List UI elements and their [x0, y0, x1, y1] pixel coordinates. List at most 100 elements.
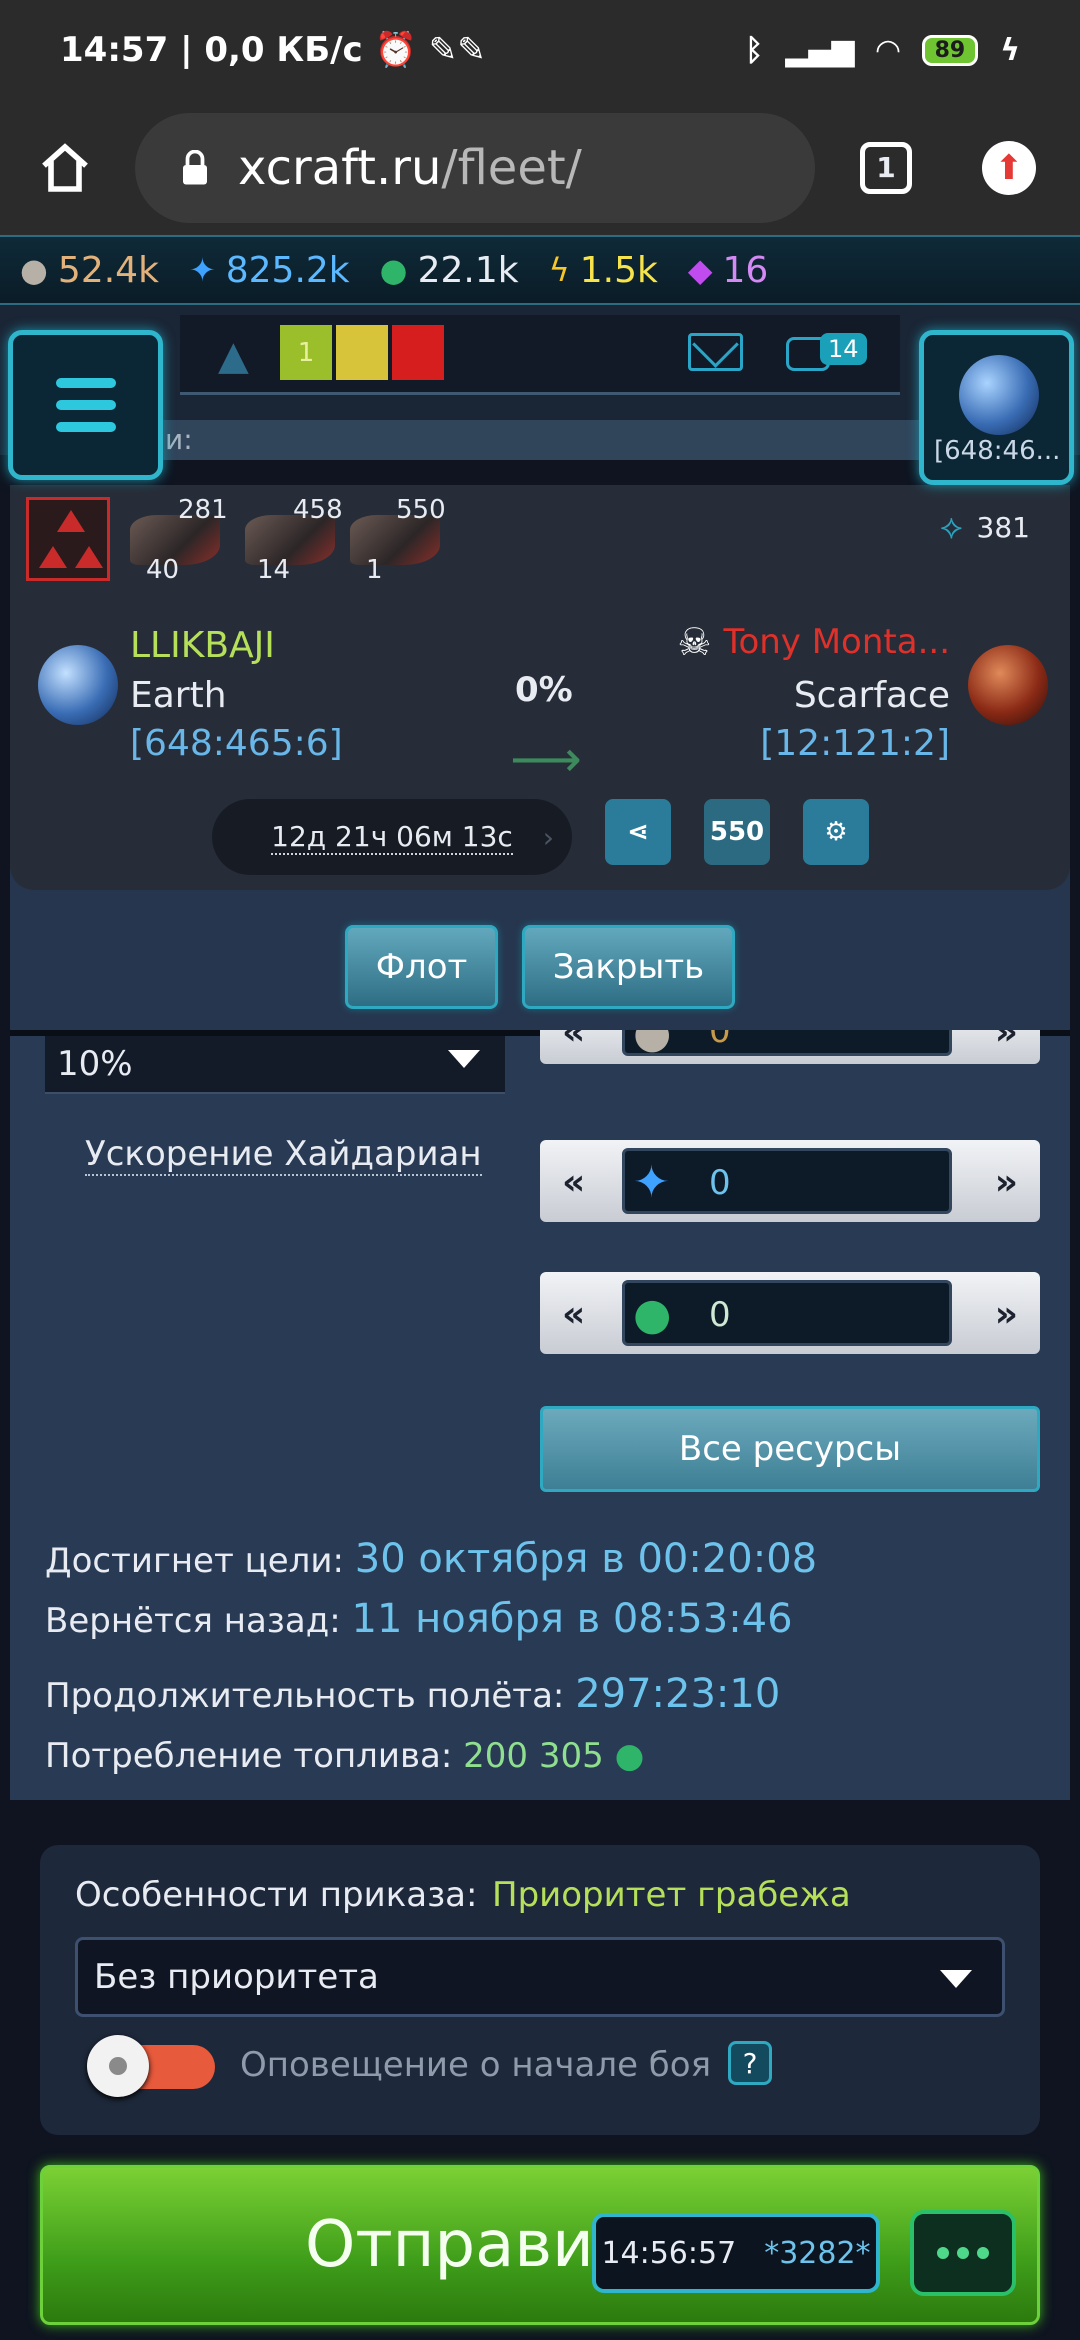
crystal-icon: ✦ — [188, 251, 216, 289]
settings-button[interactable]: ⚙ — [803, 799, 869, 865]
dropdown-arrow-icon — [448, 1050, 480, 1068]
target-player[interactable]: ☠ Tony Monta... — [677, 620, 950, 664]
battle-notify-label: Оповещение о начале боя — [240, 2045, 712, 2085]
mission-timer-value: 12д 21ч 06м 13с — [271, 819, 513, 855]
resource-deuterium[interactable]: ● 22.1k — [380, 250, 519, 291]
status-separator: | — [180, 30, 205, 70]
fuel-label: Потребление топлива: — [45, 1736, 453, 1776]
fleet-mission-card: 281 40 458 14 550 1 ⟡ 381 LLIKBAJI Earth… — [10, 485, 1070, 890]
level-badge-yellow[interactable] — [336, 325, 388, 380]
min-button[interactable]: « — [562, 1162, 585, 1203]
home-icon — [42, 142, 88, 192]
gems-value: 16 — [722, 249, 769, 291]
charging-icon: ϟ — [1000, 32, 1020, 68]
planet-coord: [648:46... — [934, 436, 1061, 466]
speed-select[interactable]: 10% — [45, 1036, 505, 1094]
energy-icon: ϟ — [548, 251, 570, 289]
arrival-value: 30 октября в 00:20:08 — [354, 1536, 818, 1582]
chat-open-button[interactable] — [910, 2210, 1016, 2296]
crystal-load-input[interactable]: ✦ 0 — [622, 1148, 952, 1214]
rocket-icon[interactable]: ▲ — [218, 333, 249, 379]
mission-timer[interactable]: 12д 21ч 06м 13с › — [212, 799, 572, 875]
chevron-right-icon: › — [542, 820, 554, 854]
metal-value: 52.4k — [57, 249, 159, 291]
arrow-right-icon: ⟶ — [510, 730, 582, 788]
ship-count-top: 458 — [293, 495, 343, 525]
fuel-info: Потребление топлива: 200 305 ● — [45, 1736, 644, 1776]
ship-slot[interactable]: 281 40 — [130, 495, 260, 585]
url-bar[interactable]: xcraft.ru /fleet/ — [135, 112, 815, 223]
deuterium-load-value: 0 — [709, 1295, 731, 1335]
alarm-icon: ⏰ — [374, 30, 417, 70]
deuterium-load-input[interactable]: ● 0 — [622, 1280, 952, 1346]
target-player-name: Tony Monta... — [723, 622, 950, 662]
wings-icon: ⟡ — [940, 507, 963, 547]
level-badge-red[interactable] — [392, 325, 444, 380]
signal-icon: ▂▄▆ — [785, 32, 855, 68]
deuterium-icon: ● — [633, 1289, 672, 1340]
target-planet-coords[interactable]: [12:121:2] — [760, 723, 950, 764]
deuterium-icon: ● — [379, 251, 408, 289]
help-icon[interactable]: ? — [728, 2041, 772, 2085]
resource-metal[interactable]: ● 52.4k — [20, 250, 159, 291]
resource-energy[interactable]: ϟ 1.5k — [549, 250, 658, 291]
main-menu-button[interactable] — [8, 330, 163, 480]
all-resources-button[interactable]: Все ресурсы — [540, 1406, 1040, 1492]
boost-link[interactable]: Ускорение Хайдариан — [85, 1134, 482, 1176]
url-path: /fleet/ — [441, 139, 582, 196]
header-subline: и: — [155, 420, 925, 460]
menu-icon-line — [55, 400, 116, 410]
resource-gems[interactable]: ◆ 16 — [688, 250, 768, 291]
min-button[interactable]: « — [562, 1294, 585, 1335]
metal-icon: ● — [20, 251, 48, 289]
wifi-icon: ◠ — [876, 32, 900, 68]
share-button[interactable]: ⋖ — [605, 799, 671, 865]
home-button[interactable] — [30, 133, 100, 203]
mission-progress: 0% — [515, 670, 573, 710]
own-planet-icon[interactable] — [38, 645, 118, 725]
repeat-550-button[interactable]: 550 — [704, 799, 770, 865]
own-player-name[interactable]: LLIKBAJI — [130, 625, 275, 666]
dispatch-form: 10% Ускорение Хайдариан « ● 0 » « ✦ 0 » … — [10, 1004, 1070, 1800]
send-fleet-button[interactable]: Отправит — [40, 2165, 1040, 2325]
resource-bar: ● 52.4k ✦ 825.2k ● 22.1k ϟ 1.5k ◆ 16 — [0, 235, 1080, 305]
chat-button[interactable]: 14 — [786, 333, 867, 378]
tab-switcher-button[interactable]: 1 — [860, 141, 912, 194]
gear-icon: ⚙ — [824, 817, 848, 847]
battery-indicator: 89 — [921, 34, 979, 66]
max-button[interactable]: » — [995, 1294, 1018, 1335]
close-button[interactable]: Закрыть — [522, 925, 735, 1009]
arrow-up-icon: ⬆ — [994, 147, 1024, 188]
max-button[interactable]: » — [995, 1162, 1018, 1203]
own-planet-coords[interactable]: [648:465:6] — [130, 723, 343, 764]
url-host: xcraft.ru — [238, 139, 442, 196]
lock-icon — [183, 149, 207, 184]
arrival-info: Достигнет цели: 30 октября в 00:20:08 — [45, 1536, 817, 1582]
mail-icon[interactable] — [688, 333, 743, 371]
resource-crystal[interactable]: ✦ 825.2k — [189, 250, 350, 291]
order-options-panel: Особенности приказа: Приоритет грабежа Б… — [40, 1845, 1040, 2135]
own-planet-name: Earth — [130, 675, 227, 716]
loot-priority-select[interactable]: Без приоритета — [75, 1937, 1005, 2017]
planet-selector-button[interactable]: [648:46... — [919, 330, 1074, 485]
dropdown-arrow-icon — [940, 1970, 972, 1988]
status-left: 14:57 | 0,0 КБ/с ⏰ ✎✎ — [60, 30, 745, 70]
update-button[interactable]: ⬆ — [982, 140, 1036, 195]
browser-toolbar: xcraft.ru /fleet/ 1 ⬆ — [0, 100, 1080, 235]
level-badge-green[interactable]: 1 — [280, 325, 332, 380]
target-planet-icon[interactable] — [968, 645, 1048, 725]
fleet-button[interactable]: Флот — [345, 925, 498, 1009]
loot-priority-label: Приоритет грабежа — [492, 1875, 851, 1915]
chat-count-badge: 14 — [820, 333, 867, 365]
skull-icon: ☠ — [677, 620, 712, 664]
target-planet-name: Scarface — [793, 675, 950, 716]
battle-notify-toggle[interactable] — [87, 2035, 215, 2097]
ship-slot[interactable]: 550 1 — [350, 495, 480, 585]
status-bar: 14:57 | 0,0 КБ/с ⏰ ✎✎ ᛒ ▂▄▆ ◠ 89 ϟ — [0, 0, 1080, 100]
speed-select-value: 10% — [57, 1044, 133, 1084]
ship-count-top: 281 — [178, 495, 228, 525]
planet-icon — [959, 355, 1039, 435]
ship-count-bottom: 40 — [146, 555, 180, 585]
crystal-icon: ✦ — [633, 1157, 670, 1208]
crystal-load-value: 0 — [709, 1163, 731, 1203]
